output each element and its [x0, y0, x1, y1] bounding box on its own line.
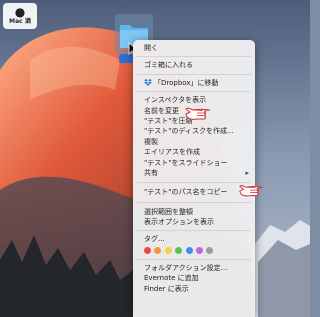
menu-separator	[137, 258, 251, 260]
pointing-hand-icon	[185, 107, 211, 120]
tag-purple-dot[interactable]	[195, 246, 203, 254]
menu-item-label: "テスト"をスライドショー	[144, 158, 228, 167]
menu-item-label: ゴミ箱に入れる	[144, 61, 193, 70]
menu-item-copy-pathname[interactable]: "テスト"のパス名をコピー	[133, 187, 255, 197]
tag-yellow-dot[interactable]	[164, 246, 172, 254]
apple-logo-icon: ●	[14, 4, 26, 19]
menu-item-move-to-dropbox[interactable]: 「Dropbox」に移動	[133, 78, 255, 88]
menu-item-share[interactable]: 共有 ▸	[133, 168, 255, 178]
menu-item-tags[interactable]: タグ...	[133, 234, 255, 244]
menu-item-move-to-trash[interactable]: ゴミ箱に入れる	[133, 60, 255, 70]
mac-otakara-logo: ● Mac 酒	[3, 3, 37, 29]
menu-item-add-to-evernote[interactable]: Evernote に追加	[133, 273, 255, 283]
menu-item-label: 表示オプションを表示	[144, 218, 214, 227]
menu-item-open[interactable]: 開く	[133, 43, 255, 53]
tag-blue-dot[interactable]	[185, 246, 193, 254]
menu-item-burn-to-disc[interactable]: "テスト"のディスクを作成...	[133, 126, 255, 136]
menu-item-show-view-options[interactable]: 表示オプションを表示	[133, 217, 255, 227]
menu-item-clean-up-selection[interactable]: 選択範囲を整頓	[133, 207, 255, 217]
menu-item-duplicate[interactable]: 複製	[133, 137, 255, 147]
menu-item-show-inspector[interactable]: インスペクタを表示	[133, 95, 255, 105]
menu-separator	[137, 73, 251, 75]
tag-red-dot[interactable]	[144, 246, 151, 254]
menu-item-folder-actions[interactable]: フォルダアクション設定...	[133, 263, 255, 273]
menu-item-label: 名前を変更	[144, 106, 179, 115]
menu-separator	[137, 230, 251, 232]
menu-item-label: インスペクタを表示	[144, 96, 207, 105]
menu-separator	[137, 182, 251, 184]
pointing-hand-icon	[238, 184, 263, 197]
dropbox-icon	[144, 79, 152, 87]
menu-item-label: Evernote に追加	[144, 274, 199, 283]
menu-item-label: エイリアスを作成	[144, 148, 200, 157]
menu-item-slideshow[interactable]: "テスト"をスライドショー	[133, 158, 255, 168]
menu-separator	[137, 91, 251, 93]
context-menu: 開く ゴミ箱に入れる 「Dropbox」に移動 インスペクタを表示 名前を変更 …	[133, 40, 255, 317]
tag-orange-dot[interactable]	[154, 246, 162, 254]
menu-item-label: 選択範囲を整頓	[144, 207, 193, 216]
menu-item-label: 開く	[144, 44, 158, 52]
menu-item-label: 共有	[144, 168, 158, 177]
menu-item-label: フォルダアクション設定...	[144, 263, 228, 272]
tag-color-row	[133, 245, 255, 256]
menu-separator	[137, 56, 251, 58]
submenu-chevron-icon: ▸	[245, 168, 249, 177]
menu-item-label: "テスト"のディスクを作成...	[144, 127, 234, 136]
brand-label: Mac 酒	[9, 17, 31, 25]
menu-item-show-in-finder[interactable]: Finder に表示	[133, 284, 255, 294]
menu-item-label: 複製	[144, 137, 158, 146]
menu-item-make-alias[interactable]: エイリアスを作成	[133, 147, 255, 157]
menu-item-label: Finder に表示	[144, 284, 189, 293]
menu-item-label: "テスト"のパス名をコピー	[144, 188, 228, 197]
menu-separator	[137, 201, 251, 203]
menu-item-label: 「Dropbox」に移動	[154, 78, 219, 87]
menu-item-label: タグ...	[144, 235, 165, 244]
tag-green-dot[interactable]	[175, 246, 183, 254]
tag-gray-dot[interactable]	[206, 246, 214, 254]
